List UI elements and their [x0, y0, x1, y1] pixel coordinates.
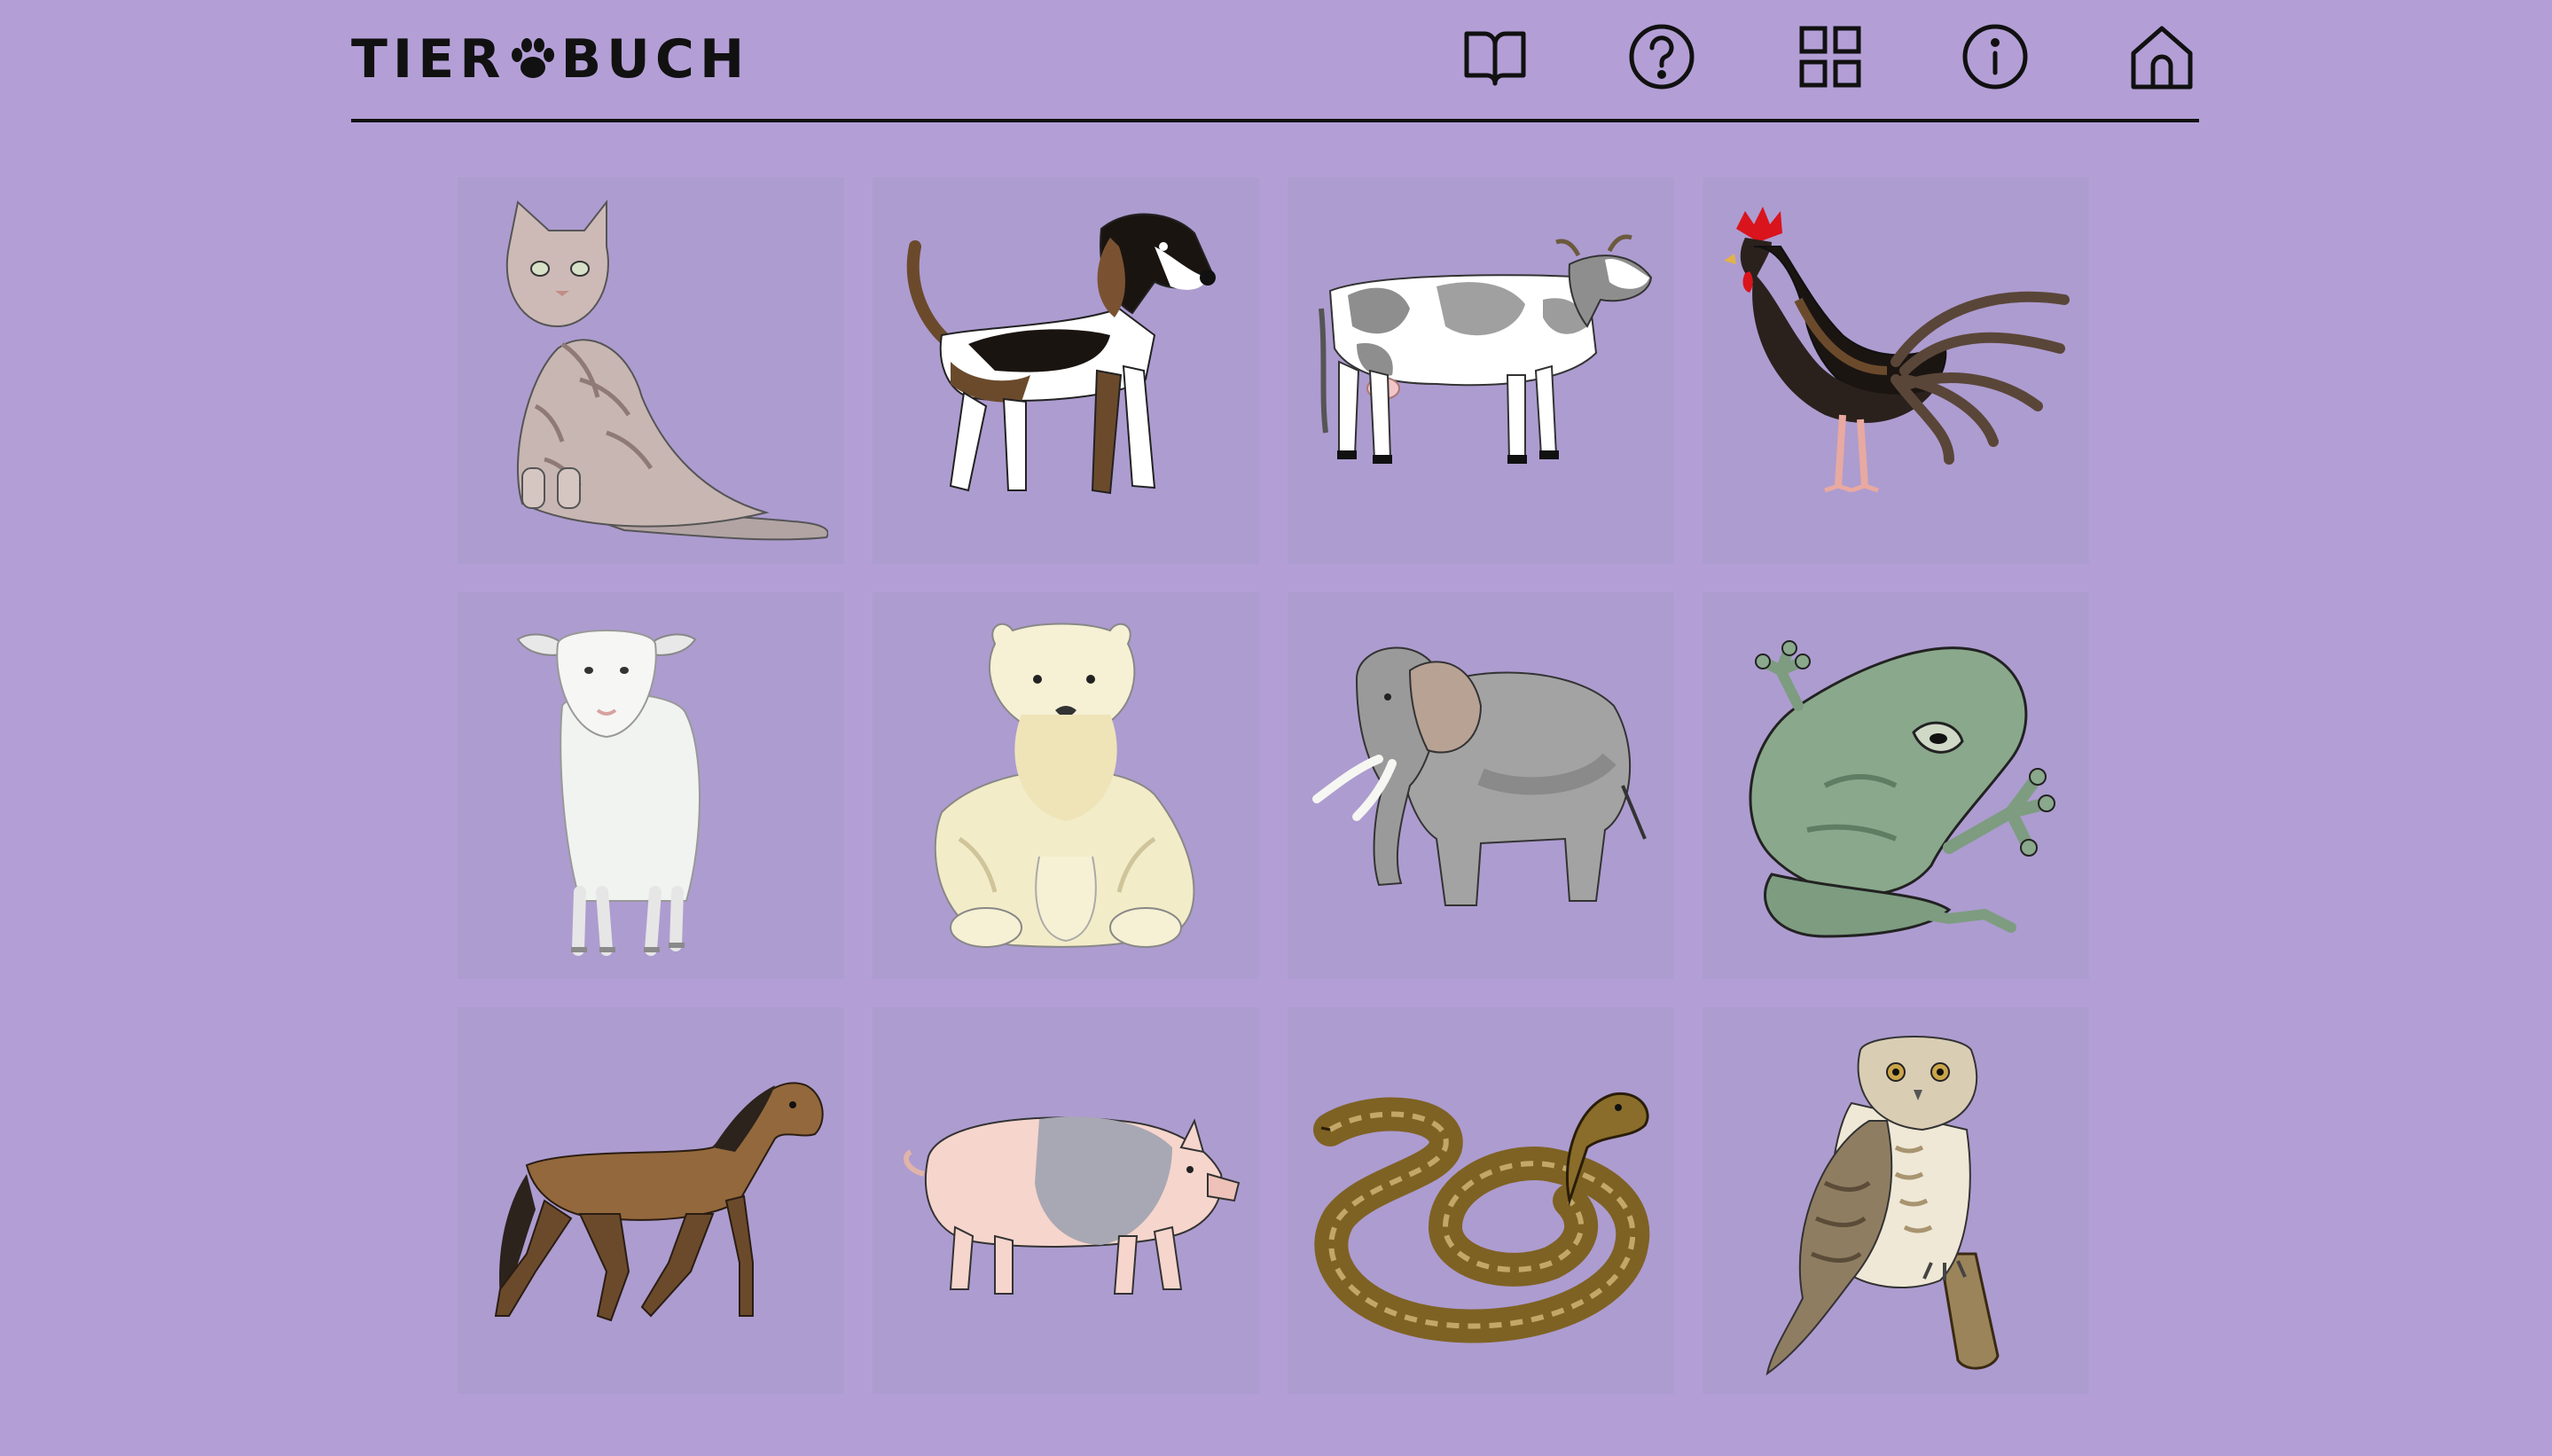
animal-tile-sheep[interactable] [458, 592, 844, 979]
horse-icon [494, 1082, 824, 1322]
help-circle-icon [1629, 24, 1695, 90]
info-icon [1962, 24, 2028, 90]
home-button[interactable] [2125, 20, 2199, 94]
info-button[interactable] [1958, 20, 2032, 94]
cat-icon [505, 200, 828, 541]
grid-icon [1799, 26, 1861, 88]
animal-tile-pig[interactable] [873, 1007, 1259, 1394]
header: TIER BUCH [351, 0, 2199, 122]
animal-tile-snake[interactable] [1288, 1007, 1674, 1394]
polar-bear-icon [934, 622, 1195, 948]
rooster-icon [1724, 207, 2070, 493]
paw-icon [512, 38, 555, 78]
overview-button[interactable] [1793, 20, 1867, 94]
owl-icon [1765, 1036, 2000, 1376]
animal-tile-frog[interactable] [1703, 592, 2089, 979]
pig-icon [904, 1116, 1241, 1295]
cow-icon [1319, 234, 1653, 464]
help-button[interactable] [1624, 20, 1699, 94]
elephant-icon [1312, 646, 1647, 906]
logo-text-left: TIER [351, 28, 506, 90]
animal-grid [458, 177, 2093, 1394]
animal-tile-cow[interactable] [1288, 177, 1674, 564]
book-button[interactable] [1458, 20, 1532, 94]
home-icon [2131, 26, 2193, 90]
animal-tile-cat[interactable] [458, 177, 844, 564]
animal-tile-polar-bear[interactable] [873, 592, 1259, 979]
dog-icon [906, 213, 1216, 495]
animal-tile-horse[interactable] [458, 1007, 844, 1394]
animal-tile-owl[interactable] [1703, 1007, 2089, 1394]
logo[interactable]: TIER BUCH [351, 28, 749, 90]
snake-icon [1313, 1092, 1650, 1343]
sheep-icon [516, 630, 701, 956]
frog-icon [1749, 640, 2055, 938]
animal-tile-dog[interactable] [873, 177, 1259, 564]
book-open-icon [1464, 31, 1526, 86]
animal-tile-rooster[interactable] [1703, 177, 2089, 564]
logo-text-right: BUCH [560, 28, 750, 90]
animal-tile-elephant[interactable] [1288, 592, 1674, 979]
